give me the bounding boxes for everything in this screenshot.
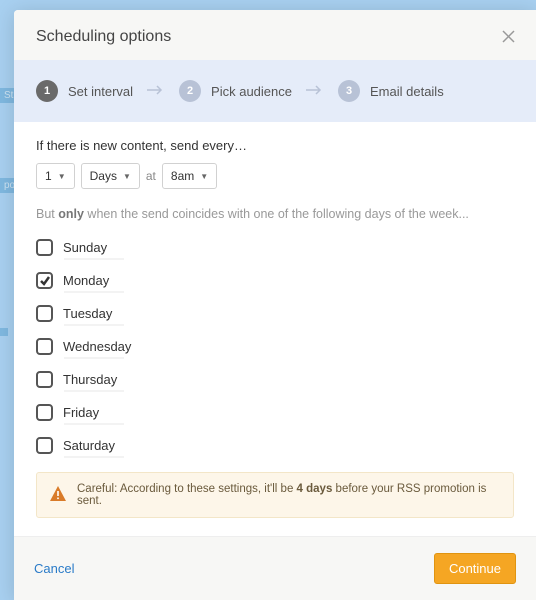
step-label: Set interval — [68, 84, 133, 99]
interval-count-select[interactable]: 1 ▼ — [36, 163, 75, 189]
day-label: Saturday — [63, 438, 115, 453]
day-list: Sunday Monday Tuesday Wednesday Thursday… — [36, 239, 514, 454]
day-tuesday[interactable]: Tuesday — [36, 305, 514, 322]
continue-button[interactable]: Continue — [434, 553, 516, 584]
step-number: 3 — [338, 80, 360, 102]
day-label: Thursday — [63, 372, 117, 387]
checkbox[interactable] — [36, 371, 53, 388]
modal-header: Scheduling options — [14, 10, 536, 60]
only-line: But only when the send coincides with on… — [36, 207, 514, 221]
step-number: 2 — [179, 80, 201, 102]
chevron-right-icon — [306, 82, 324, 100]
checkbox[interactable] — [36, 404, 53, 421]
checkbox[interactable] — [36, 338, 53, 355]
step-label: Email details — [370, 84, 444, 99]
interval-time-value: 8am — [171, 169, 194, 183]
day-thursday[interactable]: Thursday — [36, 371, 514, 388]
caret-down-icon: ▼ — [200, 172, 208, 181]
step-email-details[interactable]: 3 Email details — [338, 80, 444, 102]
caret-down-icon: ▼ — [58, 172, 66, 181]
caret-down-icon: ▼ — [123, 172, 131, 181]
modal-title: Scheduling options — [36, 28, 516, 46]
cancel-button[interactable]: Cancel — [34, 561, 74, 576]
checkbox[interactable] — [36, 305, 53, 322]
intro-text: If there is new content, send every… — [36, 138, 514, 153]
day-label: Tuesday — [63, 306, 112, 321]
checkbox[interactable] — [36, 239, 53, 256]
checkbox[interactable] — [36, 272, 53, 289]
day-monday[interactable]: Monday — [36, 272, 514, 289]
day-label: Wednesday — [63, 339, 131, 354]
step-pick-audience[interactable]: 2 Pick audience — [179, 80, 292, 102]
close-button[interactable] — [498, 26, 518, 46]
interval-row: 1 ▼ Days ▼ at 8am ▼ — [36, 163, 514, 189]
step-set-interval[interactable]: 1 Set interval — [36, 80, 133, 102]
modal-body: If there is new content, send every… 1 ▼… — [14, 122, 536, 536]
day-label: Monday — [63, 273, 109, 288]
stepper: 1 Set interval 2 Pick audience 3 Email d… — [14, 60, 536, 122]
interval-time-select[interactable]: 8am ▼ — [162, 163, 217, 189]
modal-footer: Cancel Continue — [14, 536, 536, 600]
warning-icon — [49, 485, 67, 506]
interval-unit-select[interactable]: Days ▼ — [81, 163, 140, 189]
day-friday[interactable]: Friday — [36, 404, 514, 421]
day-label: Sunday — [63, 240, 107, 255]
day-label: Friday — [63, 405, 99, 420]
close-icon — [502, 30, 515, 43]
interval-unit-value: Days — [90, 169, 117, 183]
step-number: 1 — [36, 80, 58, 102]
step-label: Pick audience — [211, 84, 292, 99]
day-sunday[interactable]: Sunday — [36, 239, 514, 256]
warning-box: Careful: According to these settings, it… — [36, 472, 514, 518]
chevron-right-icon — [147, 82, 165, 100]
at-label: at — [146, 169, 156, 183]
scheduling-modal: Scheduling options 1 Set interval 2 Pick… — [14, 10, 536, 600]
warning-text: Careful: According to these settings, it… — [77, 483, 501, 507]
interval-count-value: 1 — [45, 169, 52, 183]
day-wednesday[interactable]: Wednesday — [36, 338, 514, 355]
checkbox[interactable] — [36, 437, 53, 454]
day-saturday[interactable]: Saturday — [36, 437, 514, 454]
